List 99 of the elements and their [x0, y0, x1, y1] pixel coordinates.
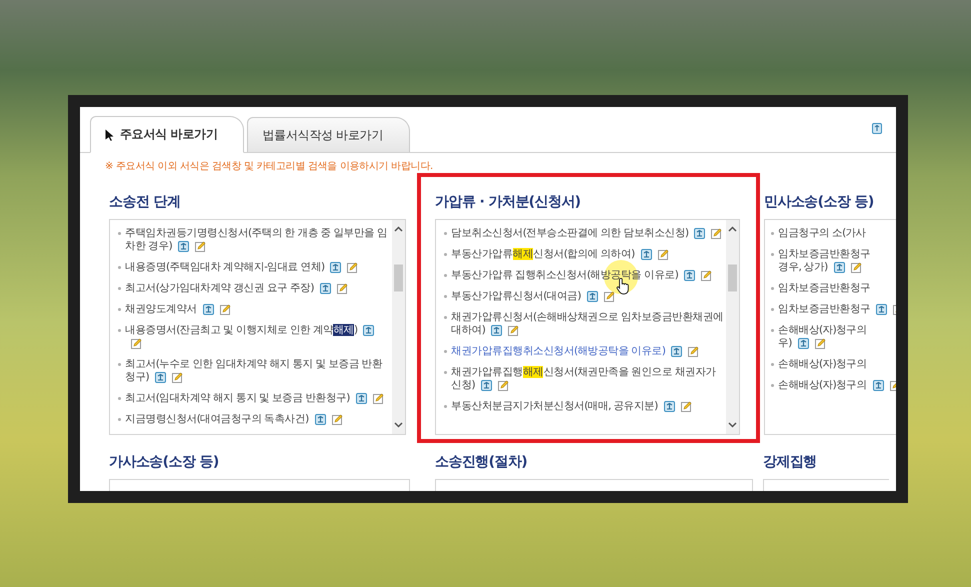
document-icon[interactable] [363, 324, 374, 336]
form-link[interactable]: 손해배상(자)청구의 우) [778, 324, 867, 350]
form-link[interactable]: 최고서(임대차계약 해지 통지 및 보증금 반환청구) [125, 392, 384, 405]
pencil-icon[interactable] [220, 304, 231, 315]
form-link[interactable]: 최고서(상가임대차계약 갱신권 요구 주장) [125, 282, 348, 295]
bullet-icon [771, 363, 774, 366]
pencil-icon[interactable] [604, 290, 615, 302]
section-heading: 소송전 단계 [109, 193, 182, 211]
form-link[interactable]: 손해배상(자)청구의 [778, 379, 896, 392]
pencil-icon[interactable] [680, 400, 692, 412]
document-icon[interactable] [330, 262, 342, 273]
form-link[interactable]: 손해배상(자)청구의 [778, 358, 867, 371]
pencil-icon[interactable] [172, 372, 183, 383]
scrollbar[interactable] [392, 220, 405, 434]
pencil-icon[interactable] [701, 270, 712, 281]
chevron-down-icon[interactable] [728, 422, 737, 428]
bullet-icon [118, 266, 121, 269]
bullet-icon [118, 363, 121, 366]
form-link[interactable]: 채권가압류신청서(손해배상채권으로 임차보증금반환채권에 대하여) [451, 311, 724, 337]
document-icon[interactable] [798, 338, 809, 349]
form-link[interactable]: 채권양도계약서 [125, 303, 231, 316]
form-link[interactable]: 최고서(누수로 인한 임대차계약 해지 통지 및 보증금 반환청구) [125, 358, 390, 384]
form-link[interactable]: 임금청구의 소(가사 [778, 227, 866, 240]
bullet-icon [771, 308, 774, 311]
form-link[interactable]: 부동산가압류신청서(대여금) [451, 290, 615, 303]
bullet-icon [444, 253, 447, 256]
document-icon[interactable] [178, 240, 189, 252]
bullet-icon [118, 232, 121, 235]
form-link[interactable]: 임차보증금반환청구 [778, 282, 870, 295]
bullet-icon [118, 418, 121, 421]
form-link[interactable]: 임차보증금반환청구 경우, 상가) [778, 248, 870, 274]
bullet-icon [444, 232, 447, 235]
document-icon[interactable] [491, 324, 502, 336]
form-link[interactable]: 채권가압류집행해제신청서(채권만족을 원인으로 채권자가 신청) [451, 366, 724, 392]
bullet-icon [444, 405, 447, 408]
document-icon[interactable] [684, 270, 696, 281]
document-icon[interactable] [640, 248, 652, 260]
pencil-icon[interactable] [508, 324, 520, 336]
bullet-icon [771, 287, 774, 290]
bullet-icon [771, 232, 774, 235]
form-link[interactable]: 채권가압류집행취소신청서(해방공탁을 이유로) [451, 345, 700, 358]
bullet-icon [118, 397, 121, 400]
pencil-icon[interactable] [498, 380, 509, 391]
bullet-icon [771, 253, 774, 256]
form-link[interactable]: 주택임차권등기명령신청서(주택의 한 개층 중 일부만을 임차한 경우) [125, 227, 390, 253]
document-icon[interactable] [480, 380, 492, 391]
document-icon[interactable] [834, 262, 845, 273]
bullet-icon [118, 329, 121, 332]
document-icon[interactable] [202, 304, 214, 315]
section-heading: 소송진행(절차) [435, 453, 528, 471]
form-link[interactable]: 내용증명(주택임대차 계약해지-임대료 연체) [125, 261, 358, 274]
document-icon[interactable] [694, 228, 706, 239]
section-heading: 민사소송(소장 등) [764, 193, 875, 211]
chevron-up-icon[interactable] [728, 226, 737, 232]
document-icon[interactable] [872, 123, 882, 134]
form-link[interactable]: 지금명령신청서(대여금청구의 독촉사건) [125, 413, 343, 426]
pencil-icon[interactable] [688, 346, 700, 357]
bullet-icon [444, 350, 447, 353]
pencil-icon[interactable] [332, 414, 343, 425]
document-icon[interactable] [586, 290, 598, 302]
pencil-icon[interactable] [372, 392, 384, 404]
document-icon[interactable] [876, 304, 888, 315]
document-icon[interactable] [664, 400, 675, 412]
bullet-icon [771, 384, 774, 387]
form-link[interactable]: 내용증명서(잔금최고 및 이행지체로 인한 계약해제) [125, 324, 390, 350]
bullet-icon [771, 329, 774, 332]
document-icon[interactable] [154, 372, 166, 383]
section-heading: 강제집행 [763, 453, 818, 471]
tab[interactable]: 주요서식 바로가기 [90, 116, 244, 153]
form-link[interactable]: 담보취소신청서(전부승소판결에 의한 담보취소신청) [451, 227, 722, 240]
pencil-icon[interactable] [658, 248, 669, 260]
pencil-icon[interactable] [814, 338, 826, 349]
bullet-icon [444, 274, 447, 277]
notice-text: ※ 주요서식 이외 서식은 검색창 및 카테고리별 검색을 이용하시기 바랍니다. [104, 160, 434, 173]
pencil-icon[interactable] [194, 240, 206, 252]
bullet-icon [118, 287, 121, 290]
document-icon[interactable] [314, 414, 326, 425]
scrollbar[interactable] [726, 220, 739, 434]
pencil-icon[interactable] [850, 262, 862, 273]
tab[interactable]: 법률서식작성 바로가기 [247, 117, 410, 152]
document-icon[interactable] [356, 392, 367, 404]
pointer-icon [105, 128, 114, 140]
pencil-icon[interactable] [347, 262, 358, 273]
pencil-icon[interactable] [131, 338, 142, 349]
form-link[interactable]: 임차보증금반환청구 [778, 303, 896, 316]
bullet-icon [444, 295, 447, 298]
bullet-icon [444, 371, 447, 374]
chevron-up-icon[interactable] [394, 226, 403, 232]
section-heading: 가압류 · 가처분(신청서) [435, 193, 582, 211]
bullet-icon [444, 316, 447, 319]
bullet-icon [118, 308, 121, 311]
document-icon[interactable] [872, 380, 884, 391]
chevron-down-icon[interactable] [394, 422, 403, 428]
section-heading: 가사소송(소장 등) [109, 453, 220, 471]
document-icon[interactable] [671, 346, 682, 357]
pencil-icon[interactable] [711, 228, 722, 239]
form-link[interactable]: 부동산처분금지가처분신청서(매매, 공유지분) [451, 400, 692, 413]
document-icon[interactable] [320, 282, 331, 294]
pencil-icon[interactable] [336, 282, 348, 294]
